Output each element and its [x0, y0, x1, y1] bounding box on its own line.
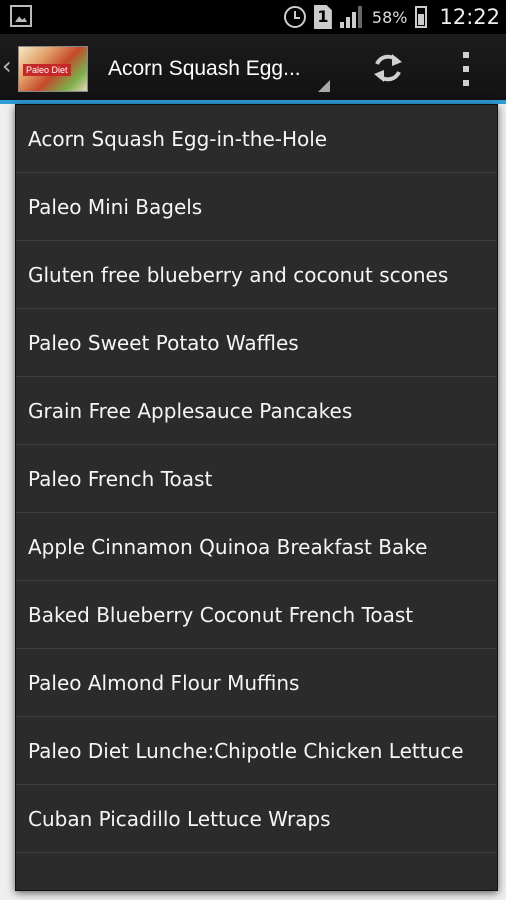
recipe-spinner-title[interactable]: Acorn Squash Egg...: [108, 57, 301, 81]
sim-card-icon: 1: [313, 5, 332, 29]
dropdown-item[interactable]: Cuban Picadillo Lettuce Wraps: [16, 785, 497, 853]
recipe-dropdown: Acorn Squash Egg-in-the-Hole Paleo Mini …: [15, 104, 498, 891]
overflow-menu-icon[interactable]: [458, 52, 474, 86]
dropdown-item[interactable]: Paleo Sweet Potato Waffles: [16, 309, 497, 377]
dropdown-item[interactable]: Acorn Squash Egg-in-the-Hole: [16, 105, 497, 173]
battery-icon: [415, 6, 428, 28]
gallery-notification-icon: [10, 5, 32, 27]
back-chevron-icon[interactable]: ‹: [2, 52, 12, 80]
spinner-caret-icon[interactable]: [318, 80, 330, 92]
clock: 12:22: [439, 5, 500, 29]
dropdown-item[interactable]: Paleo Diet Lunche:Chipotle Chicken Lettu…: [16, 717, 497, 785]
dropdown-item[interactable]: Gluten free blueberry and coconut scones: [16, 241, 497, 309]
dropdown-item[interactable]: Baked Blueberry Coconut French Toast: [16, 581, 497, 649]
dropdown-item[interactable]: Paleo Almond Flour Muffins: [16, 649, 497, 717]
action-bar: ‹ Paleo Diet Acorn Squash Egg...: [0, 34, 506, 104]
app-logo-label: Paleo Diet: [23, 64, 71, 76]
alarm-icon: [283, 6, 306, 28]
dropdown-item[interactable]: Grain Free Applesauce Pancakes: [16, 377, 497, 445]
status-bar: 1 58% 12:22: [0, 0, 506, 34]
refresh-icon[interactable]: [370, 50, 406, 86]
app-logo[interactable]: Paleo Diet: [18, 46, 88, 92]
dropdown-item[interactable]: Paleo Mini Bagels: [16, 173, 497, 241]
signal-icon: [339, 6, 364, 28]
dropdown-item[interactable]: Paleo French Toast: [16, 445, 497, 513]
battery-percent: 58%: [371, 7, 408, 27]
dropdown-item[interactable]: Apple Cinnamon Quinoa Breakfast Bake: [16, 513, 497, 581]
